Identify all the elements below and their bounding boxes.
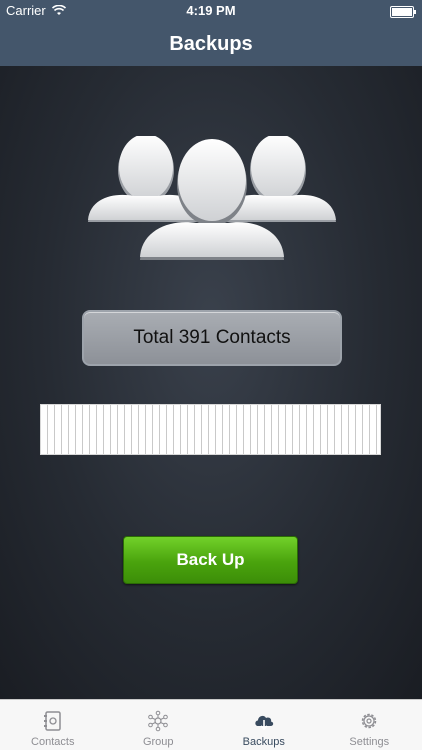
navigation-bar: Backups	[0, 22, 422, 66]
status-bar: Carrier 4:19 PM	[0, 0, 422, 22]
total-contacts-label: Total 391 Contacts	[82, 310, 342, 366]
back-up-button[interactable]: Back Up	[123, 536, 298, 584]
tab-label: Settings	[349, 736, 390, 748]
tab-contacts[interactable]: Contacts	[0, 700, 106, 750]
backup-panel: Total 391 Contacts Back Up	[0, 66, 422, 699]
tab-label: Contacts	[31, 736, 75, 748]
contacts-book-icon	[43, 711, 61, 731]
tab-bar: Contacts Group Backups Settings	[0, 699, 422, 750]
clock: 4:19 PM	[186, 3, 236, 18]
tab-group[interactable]: Group	[106, 700, 212, 750]
tab-settings[interactable]: Settings	[317, 700, 422, 750]
page-title: Backups	[169, 32, 253, 55]
tab-label: Group	[142, 736, 174, 748]
group-network-icon	[148, 710, 169, 732]
tab-backups[interactable]: Backups	[211, 700, 317, 750]
gear-icon	[362, 713, 377, 729]
tab-label: Backups	[242, 736, 285, 748]
back-up-button-label: Back Up	[176, 550, 245, 569]
cloud-download-icon	[255, 715, 273, 731]
backup-progress-bar	[40, 404, 381, 455]
battery-icon	[390, 6, 416, 18]
people-group-icon	[88, 136, 336, 260]
total-contacts-text: Total 391 Contacts	[133, 327, 291, 348]
